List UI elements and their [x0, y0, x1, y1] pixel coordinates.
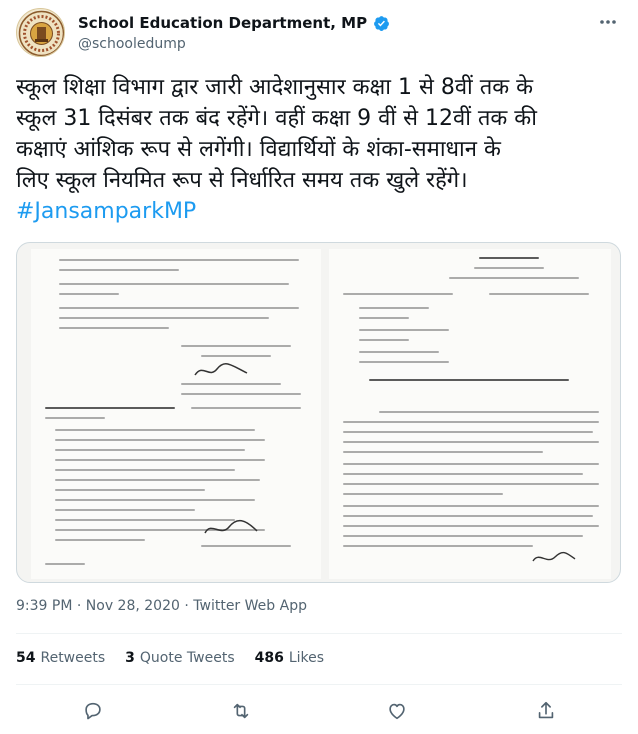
tweet-source[interactable]: Twitter Web App — [193, 598, 307, 614]
signature-mark — [194, 363, 248, 376]
tweet-time[interactable]: 9:39 PM — [16, 598, 72, 614]
tweet-stats: 54 Retweets 3 Quote Tweets 486 Likes — [16, 650, 324, 666]
document-page-left — [31, 249, 321, 579]
meta-separator: · — [184, 598, 189, 614]
retweets-stat[interactable]: 54 Retweets — [16, 650, 105, 666]
tweet-timestamp[interactable]: 9:39 PM · Nov 28, 2020 · Twitter Web App — [16, 598, 307, 614]
likes-stat[interactable]: 486 Likes — [255, 650, 324, 666]
verified-badge-icon — [374, 15, 390, 31]
share-button[interactable] — [535, 700, 557, 722]
retweets-label: Retweets — [40, 650, 106, 666]
mp-government-logo — [18, 10, 64, 56]
tweet-date[interactable]: Nov 28, 2020 — [86, 598, 180, 614]
quote-tweets-stat[interactable]: 3 Quote Tweets — [125, 650, 234, 666]
reply-button[interactable] — [82, 700, 104, 722]
tweet-media-image[interactable] — [16, 242, 621, 583]
tweet-header: School Education Department, MP @schoole… — [16, 8, 622, 60]
signature-mark — [204, 519, 258, 534]
share-icon — [538, 701, 554, 719]
retweet-icon — [233, 703, 249, 719]
retweet-button[interactable] — [230, 700, 252, 722]
quote-tweets-count: 3 — [125, 650, 135, 666]
meta-separator: · — [76, 598, 82, 614]
quote-tweets-label: Quote Tweets — [139, 650, 235, 666]
avatar[interactable] — [16, 8, 65, 57]
divider — [16, 633, 622, 634]
account-name[interactable]: School Education Department, MP — [78, 14, 367, 32]
document-page-right — [329, 249, 611, 579]
more-options-icon[interactable] — [596, 12, 620, 32]
tweet-line: लिए स्कूल नियमित रूप से निर्धारित समय तक… — [16, 168, 468, 193]
likes-count: 486 — [254, 650, 284, 666]
retweets-count: 54 — [16, 650, 36, 666]
account-handle[interactable]: @schooledump — [78, 36, 186, 52]
like-icon — [389, 703, 405, 720]
tweet-line: कक्षाएं आंशिक रूप से लगेंगी। विद्यार्थिय… — [16, 137, 501, 162]
divider — [16, 684, 622, 685]
tweet-text: स्कूल शिक्षा विभाग द्वार जारी आदेशानुसार… — [16, 72, 622, 227]
tweet-action-bar — [16, 700, 622, 726]
tweet-line: स्कूल शिक्षा विभाग द्वार जारी आदेशानुसार… — [16, 75, 534, 100]
reply-icon — [85, 702, 101, 720]
hashtag-link[interactable]: #JansamparkMP — [16, 196, 622, 227]
like-button[interactable] — [386, 700, 408, 722]
likes-label: Likes — [288, 650, 325, 666]
tweet-line: स्कूल 31 दिसंबर तक बंद रहेंगे। वहीं कक्ष… — [16, 106, 537, 131]
signature-mark — [532, 551, 576, 562]
